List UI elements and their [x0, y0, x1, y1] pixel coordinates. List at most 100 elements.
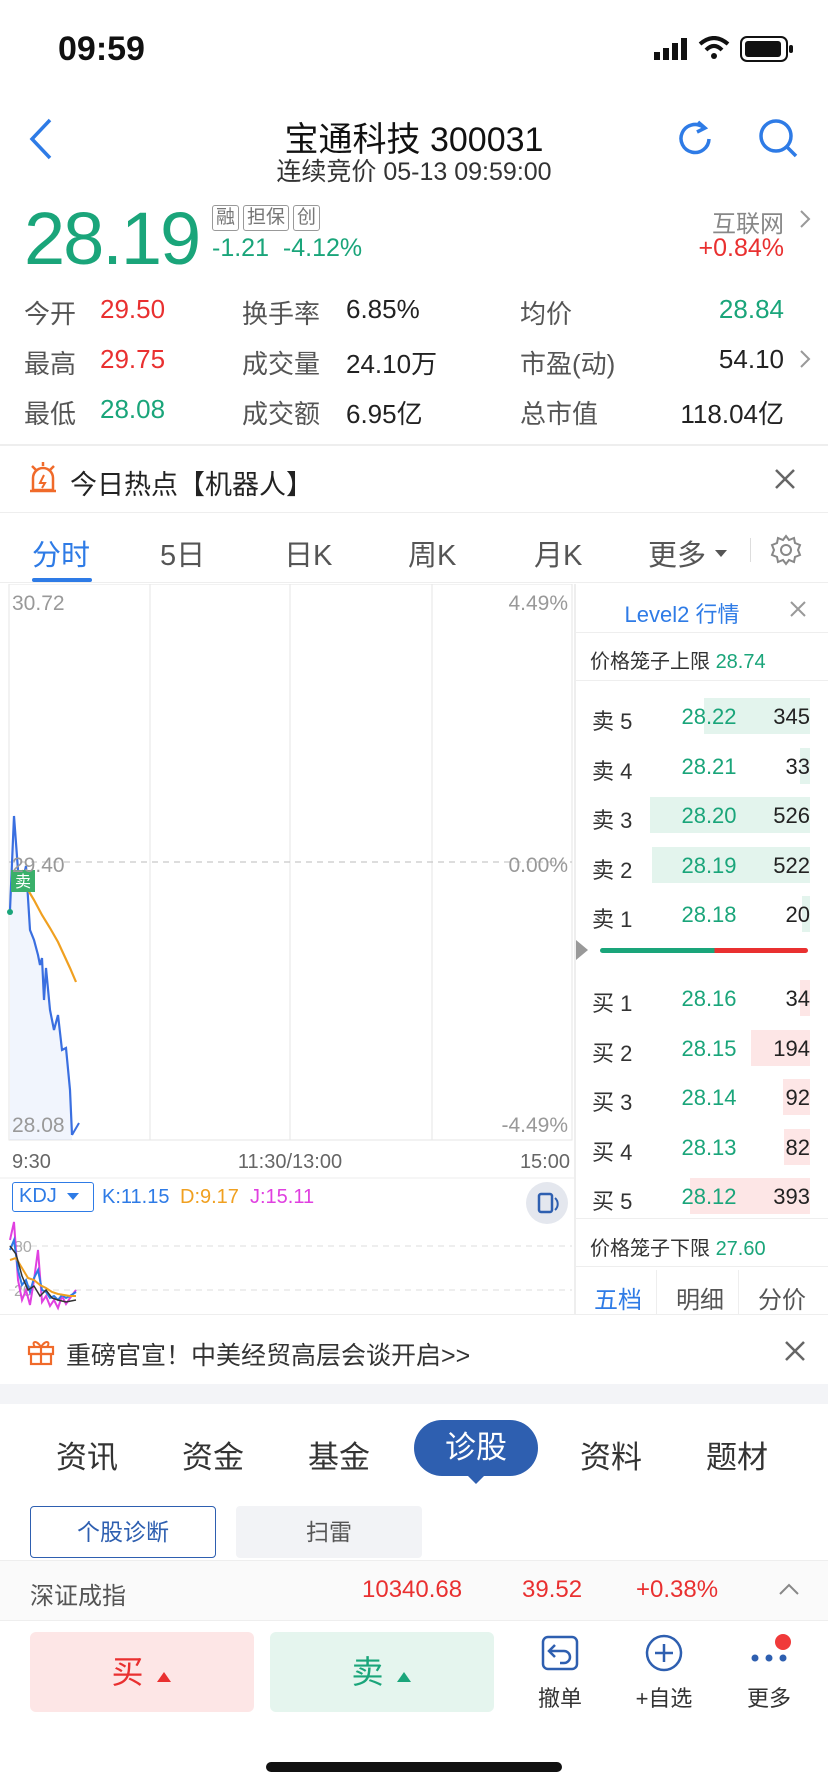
- tab-diagnosis[interactable]: 诊股: [414, 1420, 538, 1476]
- stat-label-high: 最高: [24, 349, 77, 379]
- tab-detail[interactable]: 明细: [658, 1280, 742, 1315]
- tag-collateral: 担保: [243, 205, 290, 231]
- divider: [656, 1270, 657, 1314]
- tab-profile[interactable]: 资料: [580, 1432, 642, 1477]
- tab-fund[interactable]: 基金: [308, 1432, 370, 1477]
- stat-value-volume: 24.10万: [346, 349, 438, 379]
- chevron-right-icon[interactable]: [798, 208, 812, 235]
- x-start-label: 9:30: [12, 1151, 51, 1173]
- ask-row[interactable]: 卖 3 28.20 526: [576, 793, 828, 837]
- ask-row[interactable]: 卖 2 28.19 522: [576, 843, 828, 887]
- search-icon[interactable]: [758, 118, 800, 165]
- cancel-order-label: 撤单: [537, 1686, 582, 1711]
- price-change: -1.21 -4.12%: [212, 234, 362, 263]
- triangle-up-icon: [157, 1672, 172, 1682]
- bid-row[interactable]: 买 5 28.12 393: [576, 1174, 828, 1218]
- chevron-up-icon[interactable]: [778, 1582, 800, 1601]
- buy-sell-ratio-bar: [600, 948, 808, 953]
- tag-chinext: 创: [293, 205, 321, 231]
- tab-daily-k[interactable]: 日K: [284, 532, 332, 574]
- divider: [0, 582, 828, 583]
- ask-row[interactable]: 卖 5 28.22 345: [576, 694, 828, 738]
- spread-pointer-icon: [576, 940, 588, 965]
- stat-label-turnover-rate: 换手率: [242, 299, 321, 329]
- tab-5day[interactable]: 5日: [160, 532, 205, 574]
- bid-row[interactable]: 买 1 28.16 34: [576, 976, 828, 1020]
- bid-row[interactable]: 买 2 28.15 194: [576, 1026, 828, 1070]
- refresh-icon[interactable]: [674, 118, 716, 165]
- stat-label-market-cap: 总市值: [520, 399, 599, 429]
- kdj-selector[interactable]: KDJ: [12, 1182, 94, 1212]
- level-price: 28.13: [681, 1134, 737, 1160]
- tab-level[interactable]: 五档: [576, 1280, 660, 1315]
- ask-row[interactable]: 卖 4 28.21 33: [576, 744, 828, 788]
- tab-themes[interactable]: 题材: [706, 1432, 768, 1477]
- pct-top-label: 4.49%: [508, 592, 568, 615]
- lower-limit-value: 27.60: [715, 1238, 766, 1260]
- add-watchlist-button[interactable]: +自选: [624, 1634, 704, 1713]
- level-volume: 526: [773, 803, 810, 828]
- subtab-risk-scan[interactable]: 扫雷: [236, 1506, 422, 1558]
- level-label: 买 1: [592, 991, 633, 1016]
- level-price: 28.20: [681, 803, 737, 828]
- lower-limit-label: 价格笼子下限: [590, 1238, 710, 1260]
- index-value: 10340.68: [362, 1576, 463, 1603]
- level-volume: 194: [773, 1035, 810, 1061]
- x-end-label: 15:00: [520, 1151, 570, 1173]
- kdj-d: D:9.17: [180, 1186, 239, 1208]
- change-pct: -4.12%: [282, 234, 363, 262]
- stat-value-low: 28.08: [100, 394, 166, 424]
- bid-row[interactable]: 买 3 28.14 92: [576, 1075, 828, 1119]
- level-price: 28.16: [681, 986, 737, 1011]
- gear-icon[interactable]: [770, 534, 802, 571]
- tab-by-price[interactable]: 分价: [740, 1280, 824, 1315]
- subtab-diagnosis[interactable]: 个股诊断: [30, 1506, 216, 1558]
- hot-topic-banner[interactable]: 今日热点【机器人】: [70, 463, 313, 502]
- divider: [750, 538, 751, 562]
- divider: [576, 680, 828, 681]
- stat-label-avg: 均价: [520, 299, 573, 329]
- level-label: 卖 5: [592, 709, 633, 734]
- tab-weekly-k[interactable]: 周K: [408, 532, 456, 574]
- chevron-right-icon[interactable]: [798, 348, 812, 375]
- news-banner[interactable]: 重磅官宣！中美经贸高层会谈开启>>: [66, 1336, 470, 1372]
- close-icon[interactable]: [784, 1340, 806, 1367]
- close-icon[interactable]: [790, 601, 806, 622]
- kdj-k: K:11.15: [102, 1186, 170, 1208]
- alarm-icon: [28, 462, 58, 499]
- rotate-screen-icon[interactable]: [526, 1182, 568, 1224]
- bid-row[interactable]: 买 4 28.13 82: [576, 1125, 828, 1169]
- stat-value-avg: 28.84: [718, 294, 784, 324]
- stat-value-turnover-rate: 6.85%: [346, 294, 420, 324]
- divider: [0, 444, 828, 446]
- more-label: 更多: [746, 1686, 791, 1711]
- caret-down-icon[interactable]: [714, 546, 728, 564]
- x-mid-label: 11:30/13:00: [238, 1151, 342, 1173]
- wifi-icon: [698, 36, 730, 65]
- tab-more[interactable]: 更多: [648, 532, 706, 574]
- level-price: 28.18: [681, 902, 737, 927]
- stat-value-market-cap: 118.04亿: [680, 399, 784, 429]
- stat-label-low: 最低: [24, 399, 77, 429]
- stat-value-pe: 54.10: [718, 344, 784, 374]
- tab-funds-flow[interactable]: 资金: [182, 1432, 244, 1477]
- stat-label-open: 今开: [24, 299, 77, 329]
- sell-button[interactable]: 卖: [270, 1632, 494, 1712]
- ask-row[interactable]: 卖 1 28.18 20: [576, 892, 828, 936]
- index-change: 39.52: [522, 1576, 583, 1603]
- index-name: 深证成指: [30, 1583, 126, 1610]
- tab-monthly-k[interactable]: 月K: [534, 532, 582, 574]
- tab-intraday[interactable]: 分时: [32, 532, 90, 574]
- level-label: 卖 2: [592, 857, 633, 883]
- caret-down-icon: [67, 1193, 80, 1200]
- sell-label: 卖: [351, 1654, 384, 1690]
- level-volume: 20: [785, 902, 810, 927]
- close-icon[interactable]: [774, 468, 796, 495]
- level-label: 买 3: [592, 1090, 633, 1115]
- tab-news[interactable]: 资讯: [56, 1432, 118, 1477]
- buy-button[interactable]: 买: [30, 1632, 254, 1712]
- gift-icon: [26, 1336, 56, 1371]
- cancel-order-button[interactable]: 撤单: [530, 1634, 590, 1713]
- more-button[interactable]: 更多: [736, 1634, 802, 1713]
- stat-label-amount: 成交额: [242, 399, 321, 429]
